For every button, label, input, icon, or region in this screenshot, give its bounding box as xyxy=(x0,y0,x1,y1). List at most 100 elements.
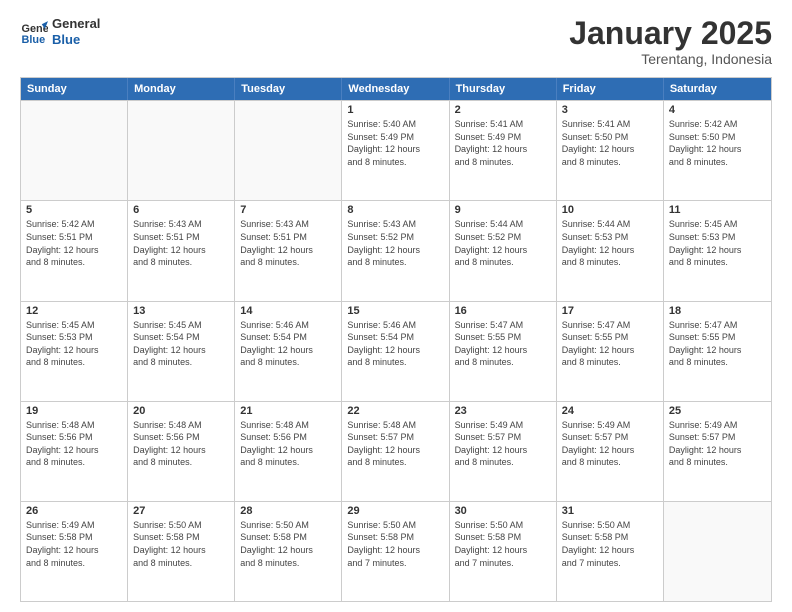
day-number: 4 xyxy=(669,104,766,116)
cal-cell: 7 Sunrise: 5:43 AM Sunset: 5:51 PM Daylig… xyxy=(235,201,342,300)
day-info: Sunrise: 5:49 AM Sunset: 5:58 PM Dayligh… xyxy=(26,519,122,569)
cal-cell: 10 Sunrise: 5:44 AM Sunset: 5:53 PM Dayli… xyxy=(557,201,664,300)
cal-cell: 21Sunrise: 5:48 AM Sunset: 5:56 PM Dayli… xyxy=(235,402,342,501)
cal-cell: 19 Sunrise: 5:48 AM Sunset: 5:56 PM Dayli… xyxy=(21,402,128,501)
day-info: Sunrise: 5:49 AM Sunset: 5:57 PM Dayligh… xyxy=(562,419,658,469)
day-info: Sunrise: 5:50 AM Sunset: 5:58 PM Dayligh… xyxy=(133,519,229,569)
day-number: 22 xyxy=(347,405,443,417)
cal-cell: 26Sunrise: 5:49 AM Sunset: 5:58 PM Dayli… xyxy=(21,502,128,601)
day-info: Sunrise: 5:47 AM Sunset: 5:55 PM Dayligh… xyxy=(562,319,658,369)
day-info: Sunrise: 5:44 AM Sunset: 5:53 PM Dayligh… xyxy=(562,218,658,268)
header-thursday: Thursday xyxy=(450,78,557,100)
logo-line2: Blue xyxy=(52,32,100,48)
day-number: 1 xyxy=(347,104,443,116)
cal-cell: 8 Sunrise: 5:43 AM Sunset: 5:52 PM Daylig… xyxy=(342,201,449,300)
day-info: Sunrise: 5:42 AM Sunset: 5:51 PM Dayligh… xyxy=(26,218,122,268)
cal-cell xyxy=(128,101,235,200)
day-number: 2 xyxy=(455,104,551,116)
cal-cell: 24 Sunrise: 5:49 AM Sunset: 5:57 PM Dayli… xyxy=(557,402,664,501)
day-number: 8 xyxy=(347,204,443,216)
week-row-1: 5Sunrise: 5:42 AM Sunset: 5:51 PM Daylig… xyxy=(21,200,771,300)
day-number: 25 xyxy=(669,405,766,417)
cal-cell: 12 Sunrise: 5:45 AM Sunset: 5:53 PM Dayli… xyxy=(21,302,128,401)
day-info: Sunrise: 5:41 AM Sunset: 5:50 PM Dayligh… xyxy=(562,118,658,168)
day-number: 28 xyxy=(240,505,336,517)
header-sunday: Sunday xyxy=(21,78,128,100)
day-info: Sunrise: 5:48 AM Sunset: 5:56 PM Dayligh… xyxy=(240,419,336,469)
subtitle: Terentang, Indonesia xyxy=(569,51,772,67)
day-number: 23 xyxy=(455,405,551,417)
day-info: Sunrise: 5:43 AM Sunset: 5:52 PM Dayligh… xyxy=(347,218,443,268)
header-wednesday: Wednesday xyxy=(342,78,449,100)
day-info: Sunrise: 5:49 AM Sunset: 5:57 PM Dayligh… xyxy=(669,419,766,469)
day-number: 10 xyxy=(562,204,658,216)
cal-cell xyxy=(664,502,771,601)
day-number: 19 xyxy=(26,405,122,417)
cal-cell: 28 Sunrise: 5:50 AM Sunset: 5:58 PM Dayli… xyxy=(235,502,342,601)
day-info: Sunrise: 5:47 AM Sunset: 5:55 PM Dayligh… xyxy=(455,319,551,369)
day-info: Sunrise: 5:42 AM Sunset: 5:50 PM Dayligh… xyxy=(669,118,766,168)
cal-cell: 9 Sunrise: 5:44 AM Sunset: 5:52 PM Daylig… xyxy=(450,201,557,300)
day-info: Sunrise: 5:48 AM Sunset: 5:56 PM Dayligh… xyxy=(26,419,122,469)
cal-cell: 3 Sunrise: 5:41 AM Sunset: 5:50 PM Daylig… xyxy=(557,101,664,200)
cal-cell: 23 Sunrise: 5:49 AM Sunset: 5:57 PM Dayli… xyxy=(450,402,557,501)
day-number: 18 xyxy=(669,305,766,317)
day-number: 24 xyxy=(562,405,658,417)
cal-cell xyxy=(235,101,342,200)
day-info: Sunrise: 5:49 AM Sunset: 5:57 PM Dayligh… xyxy=(455,419,551,469)
cal-cell: 29Sunrise: 5:50 AM Sunset: 5:58 PM Dayli… xyxy=(342,502,449,601)
week-row-2: 12 Sunrise: 5:45 AM Sunset: 5:53 PM Dayli… xyxy=(21,301,771,401)
day-number: 17 xyxy=(562,305,658,317)
day-number: 7 xyxy=(240,204,336,216)
day-info: Sunrise: 5:48 AM Sunset: 5:56 PM Dayligh… xyxy=(133,419,229,469)
cal-cell: 20Sunrise: 5:48 AM Sunset: 5:56 PM Dayli… xyxy=(128,402,235,501)
cal-cell: 17 Sunrise: 5:47 AM Sunset: 5:55 PM Dayli… xyxy=(557,302,664,401)
day-number: 11 xyxy=(669,204,766,216)
day-info: Sunrise: 5:43 AM Sunset: 5:51 PM Dayligh… xyxy=(133,218,229,268)
logo-line1: General xyxy=(52,16,100,32)
cal-cell: 4 Sunrise: 5:42 AM Sunset: 5:50 PM Daylig… xyxy=(664,101,771,200)
svg-text:Blue: Blue xyxy=(22,33,46,45)
day-info: Sunrise: 5:46 AM Sunset: 5:54 PM Dayligh… xyxy=(240,319,336,369)
day-number: 31 xyxy=(562,505,658,517)
week-row-0: 1 Sunrise: 5:40 AM Sunset: 5:49 PM Daylig… xyxy=(21,100,771,200)
header-saturday: Saturday xyxy=(664,78,771,100)
month-title: January 2025 xyxy=(569,16,772,51)
week-row-3: 19 Sunrise: 5:48 AM Sunset: 5:56 PM Dayli… xyxy=(21,401,771,501)
day-number: 30 xyxy=(455,505,551,517)
day-info: Sunrise: 5:50 AM Sunset: 5:58 PM Dayligh… xyxy=(240,519,336,569)
day-info: Sunrise: 5:41 AM Sunset: 5:49 PM Dayligh… xyxy=(455,118,551,168)
day-info: Sunrise: 5:45 AM Sunset: 5:54 PM Dayligh… xyxy=(133,319,229,369)
day-info: Sunrise: 5:48 AM Sunset: 5:57 PM Dayligh… xyxy=(347,419,443,469)
day-info: Sunrise: 5:45 AM Sunset: 5:53 PM Dayligh… xyxy=(26,319,122,369)
cal-cell: 30 Sunrise: 5:50 AM Sunset: 5:58 PM Dayli… xyxy=(450,502,557,601)
week-row-4: 26Sunrise: 5:49 AM Sunset: 5:58 PM Dayli… xyxy=(21,501,771,601)
cal-cell: 15Sunrise: 5:46 AM Sunset: 5:54 PM Dayli… xyxy=(342,302,449,401)
logo: General Blue General Blue xyxy=(20,16,100,47)
day-info: Sunrise: 5:50 AM Sunset: 5:58 PM Dayligh… xyxy=(562,519,658,569)
header-friday: Friday xyxy=(557,78,664,100)
cal-cell: 11 Sunrise: 5:45 AM Sunset: 5:53 PM Dayli… xyxy=(664,201,771,300)
day-number: 9 xyxy=(455,204,551,216)
cal-cell: 22 Sunrise: 5:48 AM Sunset: 5:57 PM Dayli… xyxy=(342,402,449,501)
calendar: Sunday Monday Tuesday Wednesday Thursday… xyxy=(20,77,772,602)
day-number: 13 xyxy=(133,305,229,317)
day-number: 12 xyxy=(26,305,122,317)
day-number: 16 xyxy=(455,305,551,317)
cal-cell xyxy=(21,101,128,200)
day-info: Sunrise: 5:46 AM Sunset: 5:54 PM Dayligh… xyxy=(347,319,443,369)
page: General Blue General Blue January 2025 T… xyxy=(0,0,792,612)
cal-cell: 27Sunrise: 5:50 AM Sunset: 5:58 PM Dayli… xyxy=(128,502,235,601)
day-info: Sunrise: 5:40 AM Sunset: 5:49 PM Dayligh… xyxy=(347,118,443,168)
cal-cell: 6Sunrise: 5:43 AM Sunset: 5:51 PM Daylig… xyxy=(128,201,235,300)
day-info: Sunrise: 5:45 AM Sunset: 5:53 PM Dayligh… xyxy=(669,218,766,268)
day-info: Sunrise: 5:43 AM Sunset: 5:51 PM Dayligh… xyxy=(240,218,336,268)
cal-cell: 5Sunrise: 5:42 AM Sunset: 5:51 PM Daylig… xyxy=(21,201,128,300)
cal-cell: 14Sunrise: 5:46 AM Sunset: 5:54 PM Dayli… xyxy=(235,302,342,401)
calendar-body: 1 Sunrise: 5:40 AM Sunset: 5:49 PM Daylig… xyxy=(21,100,771,601)
day-number: 3 xyxy=(562,104,658,116)
day-info: Sunrise: 5:50 AM Sunset: 5:58 PM Dayligh… xyxy=(455,519,551,569)
day-info: Sunrise: 5:44 AM Sunset: 5:52 PM Dayligh… xyxy=(455,218,551,268)
cal-cell: 25 Sunrise: 5:49 AM Sunset: 5:57 PM Dayli… xyxy=(664,402,771,501)
cal-cell: 16 Sunrise: 5:47 AM Sunset: 5:55 PM Dayli… xyxy=(450,302,557,401)
